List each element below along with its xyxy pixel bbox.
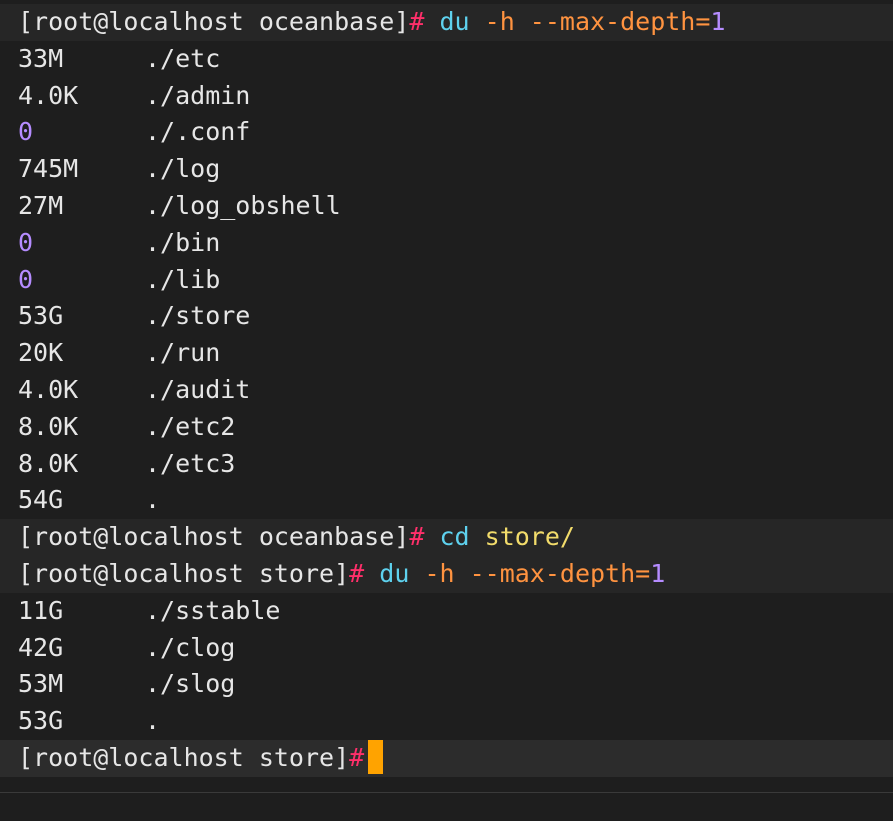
output-row: 42G ./clog <box>0 630 893 667</box>
path-value: . <box>145 706 161 736</box>
output-row: 27M ./log_obshell <box>0 188 893 225</box>
path-value: . <box>145 485 161 515</box>
terminal-bottom-bar <box>0 792 893 821</box>
output-row: 4.0K ./admin <box>0 78 893 115</box>
path-value: ./lib <box>145 264 221 294</box>
output-row: 8.0K ./etc3 <box>0 446 893 483</box>
output-row: 53M ./slog <box>0 666 893 703</box>
terminal-window[interactable]: [root@localhost oceanbase]# du -h --max-… <box>0 0 893 821</box>
size-value: 33M <box>18 43 64 73</box>
size-value: 27M <box>18 190 64 220</box>
path-value: ./admin <box>145 80 251 110</box>
path-value: ./store <box>145 301 251 331</box>
size-value: 54G <box>18 485 64 515</box>
shell-prompt: [root@localhost store] <box>18 742 350 772</box>
size-value: 42G <box>18 632 64 662</box>
command-line: [root@localhost store]# du -h --max-dept… <box>0 555 893 593</box>
size-value: 53G <box>18 301 64 331</box>
output-row: 20K ./run <box>0 335 893 372</box>
command-argument: store/ <box>484 522 575 552</box>
path-value: ./sstable <box>145 595 281 625</box>
shell-prompt: [root@localhost store] <box>18 558 350 588</box>
shell-prompt: [root@localhost oceanbase] <box>18 522 410 552</box>
size-value: 4.0K <box>18 80 79 110</box>
block-cursor-icon[interactable] <box>368 739 384 774</box>
size-value: 53M <box>18 669 64 699</box>
output-row: 54G. <box>0 482 893 519</box>
command-name: du <box>439 7 470 36</box>
command-line: [root@localhost oceanbase]# du -h --max-… <box>0 4 893 41</box>
path-value: ./etc2 <box>145 411 236 441</box>
command-name: du <box>379 558 410 588</box>
path-value: ./log_obshell <box>145 190 341 220</box>
terminal-output: [root@localhost oceanbase]# du -h --max-… <box>0 0 893 777</box>
size-value: 0 <box>18 227 34 257</box>
size-value: 8.0K <box>18 411 79 441</box>
output-row: 53G. <box>0 703 893 740</box>
path-value: ./etc <box>145 43 221 73</box>
output-row: 0 ./lib <box>0 262 893 299</box>
prompt-symbol: # <box>349 742 365 772</box>
path-value: ./run <box>145 338 221 368</box>
path-value: ./audit <box>145 374 251 404</box>
output-row: 11G ./sstable <box>0 593 893 630</box>
shell-prompt: [root@localhost oceanbase] <box>18 7 410 36</box>
path-value: ./clog <box>145 632 236 662</box>
command-option: -h --max-depth= <box>484 7 711 36</box>
command-option: -h --max-depth= <box>424 558 651 588</box>
size-value: 53G <box>18 706 64 736</box>
output-row: 4.0K ./audit <box>0 372 893 409</box>
output-row: 33M ./etc <box>0 41 893 78</box>
command-number: 1 <box>650 558 666 588</box>
path-value: ./bin <box>145 227 221 257</box>
output-row: 745M ./log <box>0 151 893 188</box>
command-number: 1 <box>710 7 726 36</box>
path-value: ./slog <box>145 669 236 699</box>
path-value: ./log <box>145 154 221 184</box>
output-row: 8.0K ./etc2 <box>0 409 893 446</box>
prompt-symbol: # <box>409 7 425 36</box>
size-value: 0 <box>18 117 34 147</box>
size-value: 11G <box>18 595 64 625</box>
output-row: 53G ./store <box>0 298 893 335</box>
path-value: ./etc3 <box>145 448 236 478</box>
output-row: 0 ./bin <box>0 225 893 262</box>
size-value: 20K <box>18 338 64 368</box>
prompt-symbol: # <box>349 558 365 588</box>
prompt-symbol: # <box>409 522 425 552</box>
size-value: 0 <box>18 264 34 294</box>
size-value: 745M <box>18 154 79 184</box>
active-command-line[interactable]: [root@localhost store]# <box>0 739 893 777</box>
size-value: 4.0K <box>18 374 79 404</box>
path-value: ./.conf <box>145 117 251 147</box>
command-name: cd <box>439 522 470 552</box>
size-value: 8.0K <box>18 448 79 478</box>
output-row: 0 ./.conf <box>0 114 893 151</box>
command-line: [root@localhost oceanbase]# cd store/ <box>0 519 893 556</box>
